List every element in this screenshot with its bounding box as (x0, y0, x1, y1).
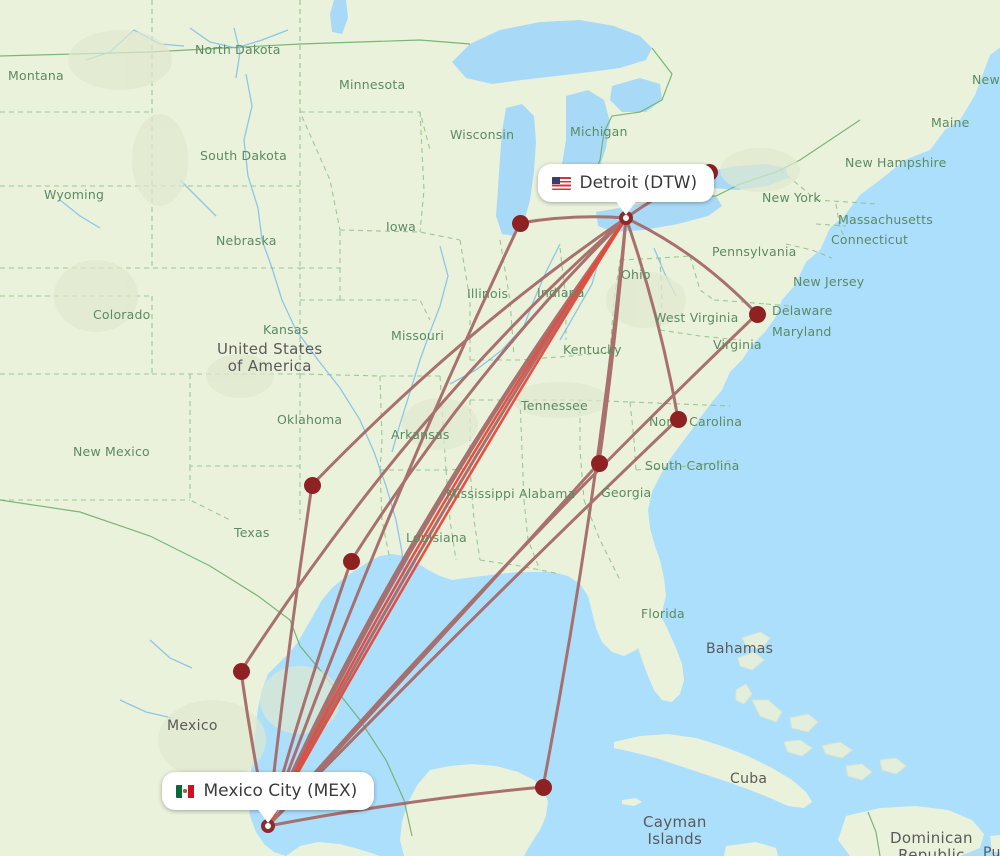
route-dtw-ord (519, 215, 627, 225)
route-dtw-mty (239, 216, 627, 672)
monterrey-dot[interactable] (232, 662, 250, 680)
washington-dot[interactable] (748, 305, 766, 323)
route-lines-layer (239, 170, 759, 828)
tooltip-pointer (615, 200, 637, 215)
cancun-dot[interactable] (534, 778, 552, 796)
destination-tooltip-mexico-city[interactable]: Mexico City (MEX) (161, 772, 375, 823)
origin-tooltip-detroit[interactable]: Detroit (DTW) (537, 164, 715, 215)
chicago-dot[interactable] (511, 214, 529, 232)
flight-route-map[interactable]: Montana North Dakota South Dakota Wyoming Ne… (0, 0, 1000, 856)
origin-tooltip-label: Detroit (DTW) (579, 173, 698, 193)
route-dtw-dfw (310, 216, 627, 487)
mx-flag-icon (175, 784, 195, 798)
houston-dot[interactable] (342, 552, 360, 570)
charlotte-dot[interactable] (669, 410, 687, 428)
atlanta-dot[interactable] (590, 454, 608, 472)
route-dtw-cun (541, 217, 628, 788)
dallas-dot[interactable] (303, 476, 321, 494)
destination-tooltip-label: Mexico City (MEX) (203, 781, 358, 801)
tooltip-pointer (257, 808, 279, 823)
route-dtw-dca (625, 216, 759, 316)
route-dtw-clt (624, 217, 680, 420)
us-flag-icon (551, 176, 571, 190)
